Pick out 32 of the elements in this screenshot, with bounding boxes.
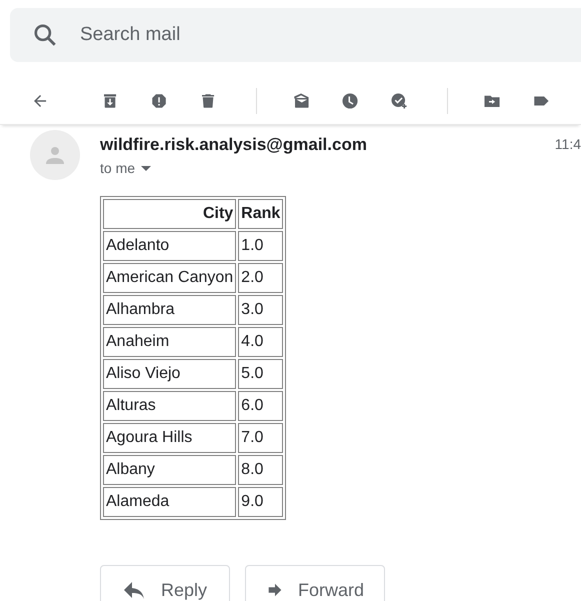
table-cell: Alturas: [103, 391, 236, 421]
table-cell: 5.0: [238, 359, 284, 389]
table-cell: 9.0: [238, 487, 284, 517]
table-cell: Agoura Hills: [103, 423, 236, 453]
table-cell: Aliso Viejo: [103, 359, 236, 389]
table-cell: Anaheim: [103, 327, 236, 357]
table-cell: American Canyon: [103, 263, 236, 293]
reply-button[interactable]: Reply: [100, 565, 230, 601]
table-cell: Albany: [103, 455, 236, 485]
search-field[interactable]: Search mail: [10, 8, 581, 62]
dropdown-caret-icon[interactable]: [141, 166, 152, 170]
reply-icon: [123, 581, 145, 599]
table-cell: 1.0: [238, 231, 284, 261]
table-cell: 7.0: [238, 423, 284, 453]
sender-address: wildfire.risk.analysis@gmail.com: [100, 135, 367, 155]
column-header: Rank: [238, 199, 284, 229]
table-cell: 8.0: [238, 455, 284, 485]
table-cell: 2.0: [238, 263, 284, 293]
search-icon: [32, 22, 58, 48]
recipient-label: to me: [100, 160, 136, 176]
table-cell: Adelanto: [103, 231, 236, 261]
table-cell: 4.0: [238, 327, 284, 357]
table-cell: Alameda: [103, 487, 236, 517]
forward-button[interactable]: Forward: [245, 565, 385, 601]
forward-icon: [268, 581, 282, 599]
column-header: City: [103, 199, 236, 229]
table-cell: 6.0: [238, 391, 284, 421]
message-time: 11:4: [554, 136, 581, 152]
table-cell: 3.0: [238, 295, 284, 325]
table-cell: Alhambra: [103, 295, 236, 325]
avatar-icon: [30, 130, 80, 180]
search-input[interactable]: Search mail: [78, 23, 482, 47]
